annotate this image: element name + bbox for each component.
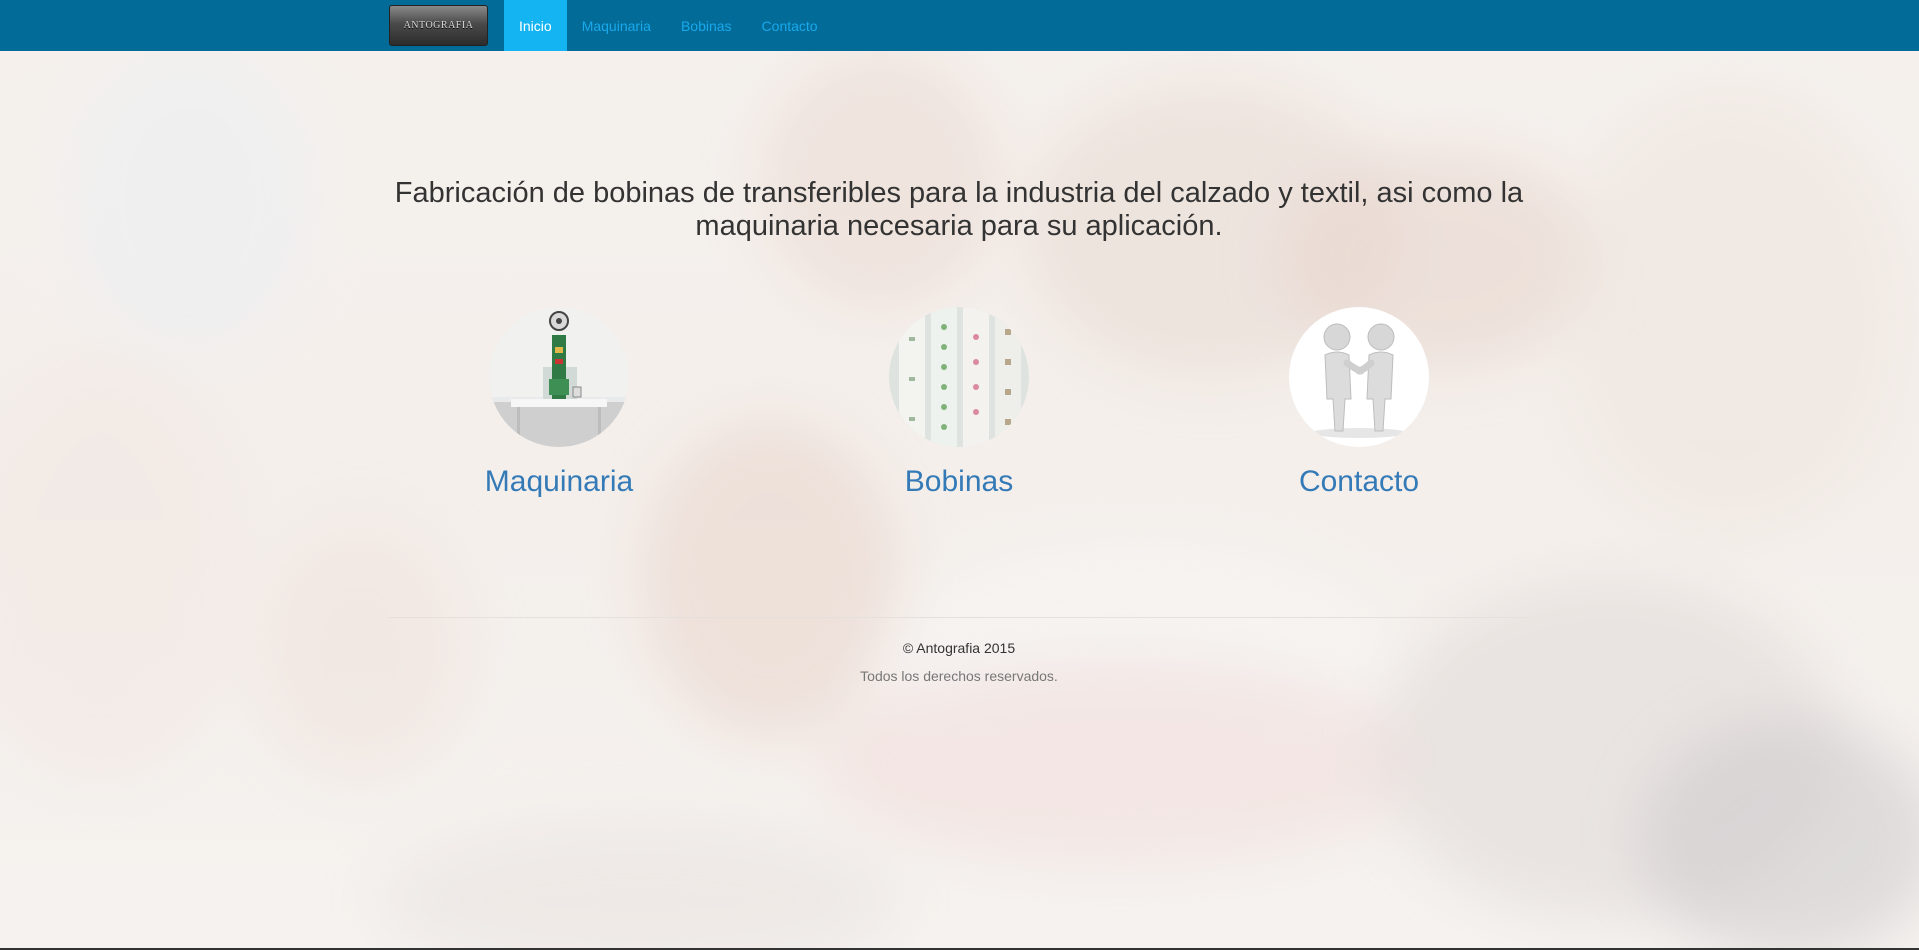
category-cards: Maquinaria Bobinas Contacto bbox=[389, 307, 1529, 527]
brand-logo-text: ANTOGRAFIA bbox=[403, 20, 474, 31]
card-contacto: Contacto bbox=[1209, 307, 1509, 499]
nav-item-inicio[interactable]: Inicio bbox=[504, 0, 567, 51]
top-navbar: ANTOGRAFIA Inicio Maquinaria Bobinas Con… bbox=[0, 0, 1919, 51]
copyright-text: © Antografia 2015 bbox=[902, 640, 1016, 656]
page-footer: © Antografia 2015 Todos los derechos res… bbox=[389, 640, 1529, 684]
card-bobinas: Bobinas bbox=[809, 307, 1109, 499]
brand-logo[interactable]: ANTOGRAFIA bbox=[389, 5, 488, 46]
machine-photo-image[interactable] bbox=[489, 307, 629, 447]
card-bobinas-link[interactable]: Bobinas bbox=[809, 465, 1109, 499]
main-container: Fabricación de bobinas de transferibles … bbox=[389, 51, 1529, 684]
handshake-figures-image[interactable] bbox=[1289, 307, 1429, 447]
transfer-reels-photo-image[interactable] bbox=[889, 307, 1029, 447]
navbar-container: ANTOGRAFIA Inicio Maquinaria Bobinas Con… bbox=[389, 0, 833, 51]
rights-text: Todos los derechos reservados. bbox=[860, 668, 1058, 684]
nav-item-maquinaria[interactable]: Maquinaria bbox=[567, 0, 666, 51]
card-maquinaria: Maquinaria bbox=[409, 307, 709, 499]
card-contacto-link[interactable]: Contacto bbox=[1209, 465, 1509, 499]
intro-heading: Fabricación de bobinas de transferibles … bbox=[394, 177, 1524, 242]
card-maquinaria-link[interactable]: Maquinaria bbox=[409, 465, 709, 499]
nav-item-bobinas[interactable]: Bobinas bbox=[666, 0, 747, 51]
footer-divider bbox=[389, 617, 1529, 618]
nav-item-contacto[interactable]: Contacto bbox=[747, 0, 833, 51]
